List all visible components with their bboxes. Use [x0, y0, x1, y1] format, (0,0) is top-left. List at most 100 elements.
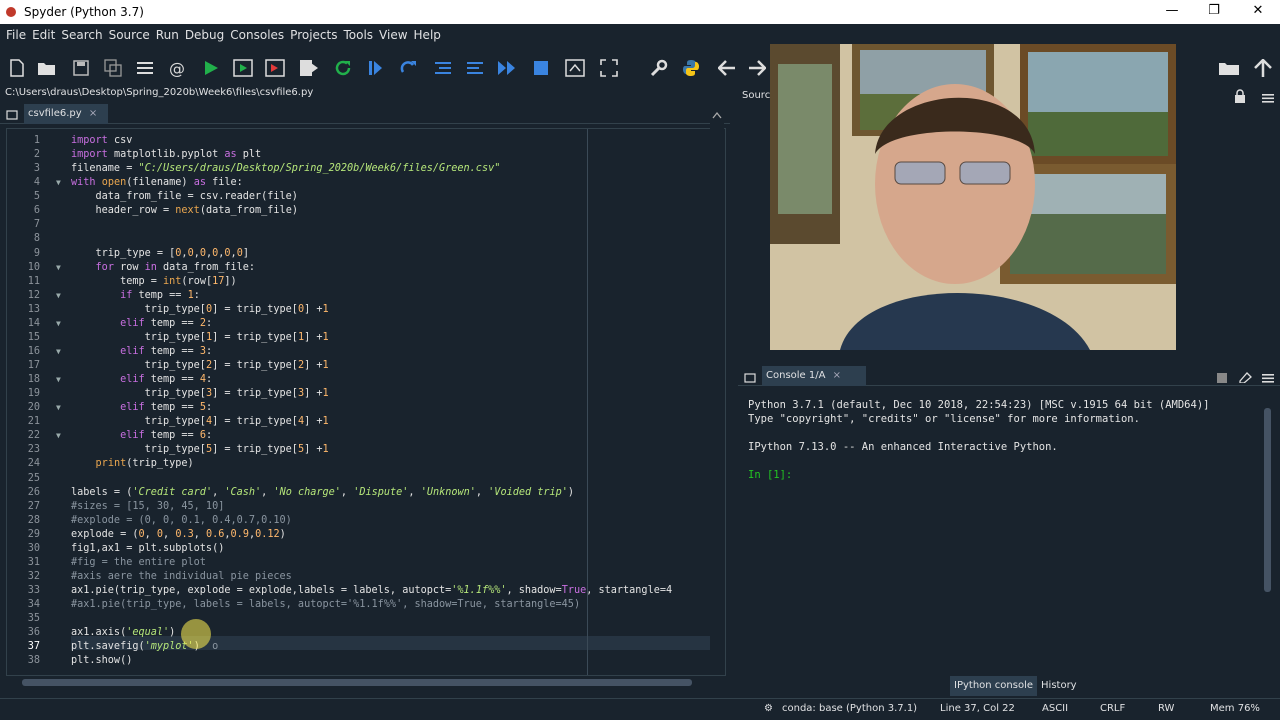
code-line[interactable]: elif temp == 5:: [71, 401, 713, 415]
menu-file[interactable]: File: [6, 28, 26, 42]
save-file-icon[interactable]: [70, 57, 92, 79]
code-line[interactable]: trip_type[0] = trip_type[0] +1: [71, 303, 713, 317]
code-line[interactable]: labels = ('Credit card', 'Cash', 'No cha…: [71, 486, 713, 500]
run-cell-advance-icon[interactable]: [264, 57, 286, 79]
code-line[interactable]: ax1.axis('equal'): [71, 626, 713, 640]
code-line[interactable]: explode = (0, 0, 0.3, 0.6,0.9,0.12): [71, 528, 713, 542]
file-list-icon[interactable]: [134, 57, 156, 79]
ipython-console[interactable]: Python 3.7.1 (default, Dec 10 2018, 22:5…: [742, 390, 1262, 670]
code-line[interactable]: #axis aere the individual pie pieces: [71, 570, 713, 584]
fold-arrow-icon[interactable]: ▼: [56, 176, 61, 190]
browse-console-tabs-icon[interactable]: [744, 369, 756, 388]
close-button[interactable]: ✕: [1236, 0, 1280, 24]
parent-dir-icon[interactable]: [1252, 57, 1274, 79]
console-scroll-thumb[interactable]: [1264, 408, 1271, 592]
fold-arrow-icon[interactable]: ▼: [56, 317, 61, 331]
code-line[interactable]: [71, 612, 713, 626]
code-line[interactable]: elif temp == 6:: [71, 429, 713, 443]
code-line[interactable]: #ax1.pie(trip_type, labels = labels, aut…: [71, 598, 713, 612]
minimize-button[interactable]: —: [1150, 0, 1194, 24]
code-line[interactable]: print(trip_type): [71, 457, 713, 471]
console-vertical-scrollbar[interactable]: [1262, 394, 1274, 666]
console-options-icon[interactable]: [1262, 369, 1274, 388]
run-selection-icon[interactable]: [298, 57, 320, 79]
menu-help[interactable]: Help: [414, 28, 441, 42]
code-line[interactable]: if temp == 1:: [71, 289, 713, 303]
code-line[interactable]: trip_type[4] = trip_type[4] +1: [71, 415, 713, 429]
code-line[interactable]: #sizes = [15, 30, 45, 10]: [71, 500, 713, 514]
back-arrow-icon[interactable]: [716, 57, 738, 79]
step-return-icon[interactable]: [464, 57, 486, 79]
code-line[interactable]: with open(filename) as file:: [71, 176, 713, 190]
python-path-icon[interactable]: [680, 57, 702, 79]
menu-search[interactable]: Search: [61, 28, 102, 42]
code-line[interactable]: trip_type[2] = trip_type[2] +1: [71, 359, 713, 373]
menu-projects[interactable]: Projects: [290, 28, 337, 42]
clear-console-icon[interactable]: [1238, 368, 1252, 387]
menu-consoles[interactable]: Consoles: [230, 28, 284, 42]
fold-arrow-icon[interactable]: ▼: [56, 373, 61, 387]
code-line[interactable]: trip_type[5] = trip_type[5] +1: [71, 443, 713, 457]
code-line[interactable]: data_from_file = csv.reader(file): [71, 190, 713, 204]
open-folder-icon[interactable]: [1218, 57, 1240, 79]
code-line[interactable]: import csv: [71, 134, 713, 148]
menu-tools[interactable]: Tools: [343, 28, 373, 42]
open-file-icon[interactable]: [36, 57, 58, 79]
code-line[interactable]: for row in data_from_file:: [71, 261, 713, 275]
console-prompt[interactable]: In [1]:: [742, 468, 1262, 482]
fullscreen-icon[interactable]: [598, 57, 620, 79]
code-line[interactable]: [71, 232, 713, 246]
fold-arrow-icon[interactable]: ▼: [56, 261, 61, 275]
menu-debug[interactable]: Debug: [185, 28, 224, 42]
maximize-button[interactable]: ❐: [1192, 0, 1236, 24]
help-options-icon[interactable]: [1262, 89, 1274, 108]
save-all-icon[interactable]: [102, 57, 124, 79]
code-line[interactable]: filename = "C:/Users/draus/Desktop/Sprin…: [71, 162, 713, 176]
editor-vertical-scrollbar[interactable]: [710, 104, 724, 674]
preferences-wrench-icon[interactable]: [648, 57, 670, 79]
lock-icon[interactable]: [1234, 88, 1246, 107]
code-line[interactable]: [71, 218, 713, 232]
code-area[interactable]: import csv import matplotlib.pyplot as pl…: [71, 129, 713, 675]
rerun-icon[interactable]: [332, 57, 354, 79]
code-editor[interactable]: 1 2 3 4 ▼ 5 6 7 8 9 10 ▼ 11 12 ▼ 13 14 ▼ 15 16 ▼ 17 18 ▼ 19 20 ▼ 21…: [6, 128, 726, 676]
fold-arrow-icon[interactable]: ▼: [56, 345, 61, 359]
fold-arrow-icon[interactable]: ▼: [56, 401, 61, 415]
code-line[interactable]: elif temp == 2:: [71, 317, 713, 331]
code-line[interactable]: plt.savefig('myplot') o: [71, 640, 713, 654]
browse-tabs-icon[interactable]: [6, 106, 18, 125]
stop-icon[interactable]: [530, 57, 552, 79]
menu-view[interactable]: View: [379, 28, 407, 42]
at-sign-icon[interactable]: @: [166, 57, 188, 79]
code-line[interactable]: trip_type = [0,0,0,0,0,0]: [71, 247, 713, 261]
tab-close-icon[interactable]: ×: [89, 108, 97, 119]
run-cell-icon[interactable]: [232, 57, 254, 79]
menu-edit[interactable]: Edit: [32, 28, 55, 42]
code-line[interactable]: #fig = the entire plot: [71, 556, 713, 570]
console-tab-close-icon[interactable]: ×: [833, 370, 841, 381]
tab-console-1a[interactable]: Console 1/A ×: [762, 366, 866, 386]
editor-hscroll-thumb[interactable]: [22, 679, 692, 686]
code-line[interactable]: elif temp == 4:: [71, 373, 713, 387]
debug-icon[interactable]: [364, 57, 386, 79]
step-into-icon[interactable]: [432, 57, 454, 79]
code-line[interactable]: [71, 472, 713, 486]
code-line[interactable]: plt.show(): [71, 654, 713, 668]
menu-source[interactable]: Source: [109, 28, 150, 42]
code-line[interactable]: #explode = (0, 0, 0.1, 0.4,0.7,0.10): [71, 514, 713, 528]
new-file-icon[interactable]: [6, 57, 28, 79]
tab-history[interactable]: History: [1037, 676, 1081, 696]
debug-step-icon[interactable]: [398, 57, 420, 79]
code-line[interactable]: fig1,ax1 = plt.subplots(): [71, 542, 713, 556]
menu-run[interactable]: Run: [156, 28, 179, 42]
code-line[interactable]: import matplotlib.pyplot as plt: [71, 148, 713, 162]
code-line[interactable]: trip_type[3] = trip_type[3] +1: [71, 387, 713, 401]
code-line[interactable]: ax1.pie(trip_type, explode = explode,lab…: [71, 584, 713, 598]
run-icon[interactable]: [200, 57, 222, 79]
code-line[interactable]: trip_type[1] = trip_type[1] +1: [71, 331, 713, 345]
tab-ipython-console[interactable]: IPython console: [950, 676, 1038, 696]
forward-arrow-icon[interactable]: [746, 57, 768, 79]
code-line[interactable]: elif temp == 3:: [71, 345, 713, 359]
code-line[interactable]: temp = int(row[17]): [71, 275, 713, 289]
interrupt-kernel-icon[interactable]: [1216, 369, 1228, 388]
